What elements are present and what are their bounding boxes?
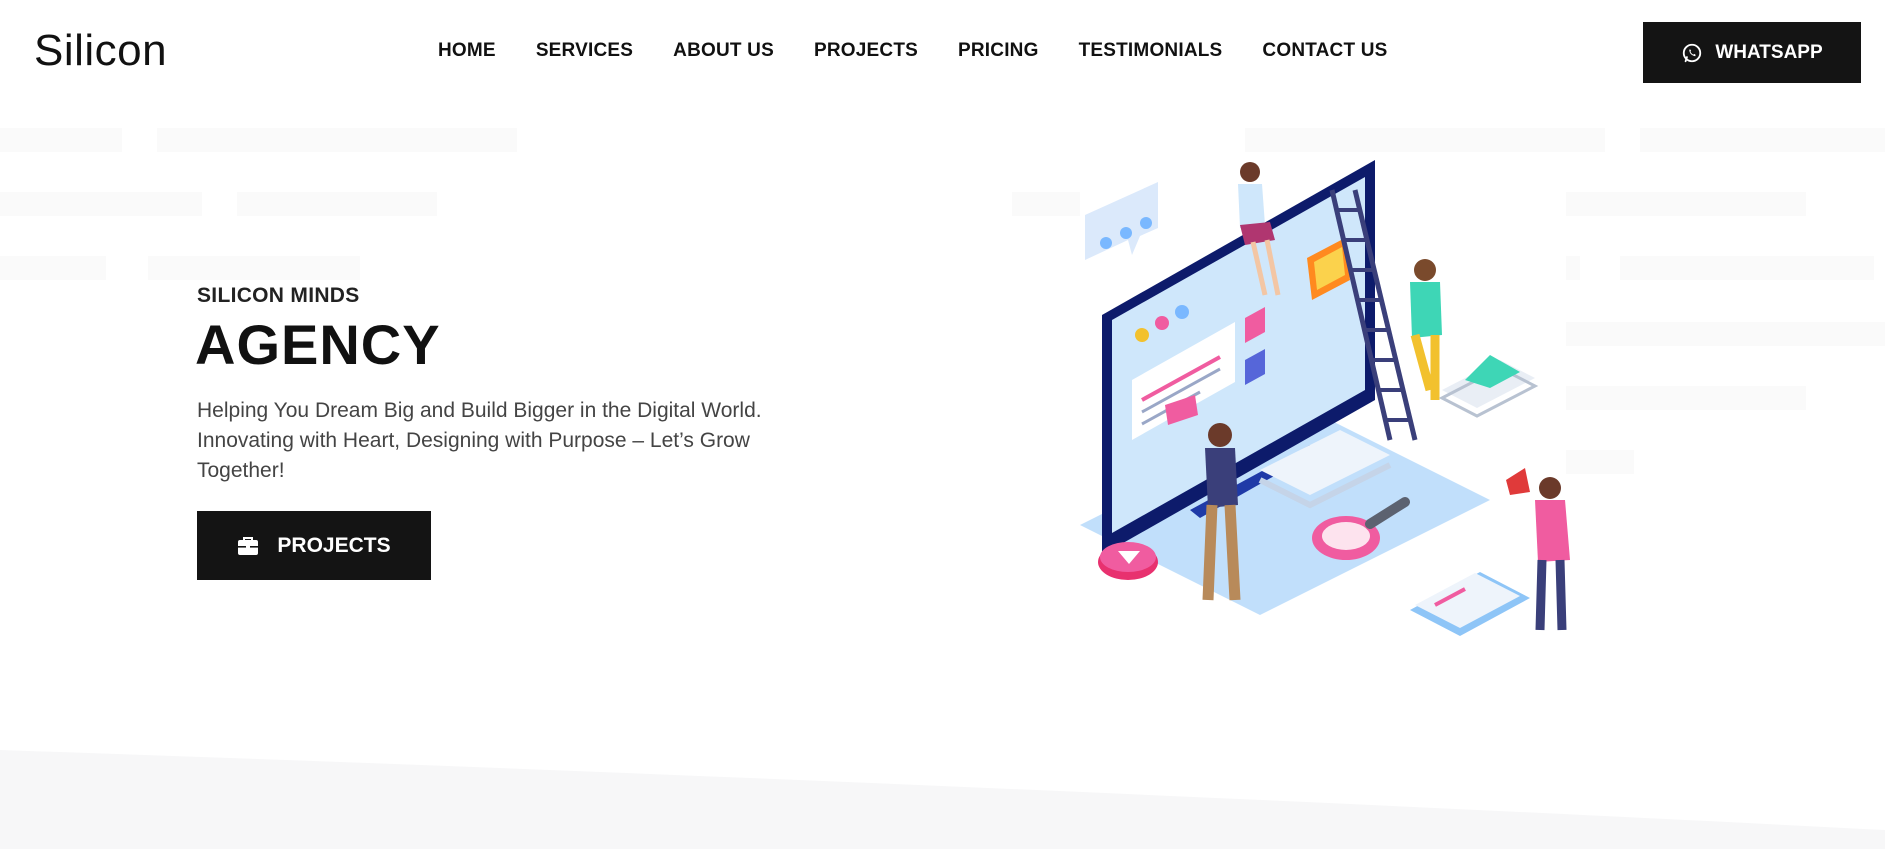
nav-item-about-us[interactable]: ABOUT US [673,40,774,62]
nav-item-testimonials[interactable]: TESTIMONIALS [1079,40,1223,62]
chat-dot [1140,217,1152,229]
projects-button-label: PROJECTS [277,533,391,557]
bg-bar [0,256,106,280]
whatsapp-button[interactable]: WHATSAPP [1643,22,1861,83]
person-sitting-head [1240,162,1260,182]
person-megaphone-head [1539,477,1561,499]
briefcase-icon [238,536,259,555]
site-logo[interactable]: Silicon [34,26,167,76]
chat-dot [1120,227,1132,239]
hero-description: Helping You Dream Big and Build Bigger i… [197,399,762,482]
site-header: Silicon HOME SERVICES ABOUT US PROJECTS … [0,0,1885,104]
bottom-wave-decoration [0,750,1885,849]
bg-bar [1640,128,1885,152]
hero-kicker: SILICON MINDS [197,284,360,307]
bg-bar [1245,128,1605,152]
nav-item-services[interactable]: SERVICES [536,40,633,62]
person-sitting-body [1238,184,1265,228]
bg-bar [1620,256,1874,280]
nav-item-home[interactable]: HOME [438,40,496,62]
chat-dot [1100,237,1112,249]
bg-bar [1566,192,1806,216]
magnifier-glass [1322,522,1370,550]
web-design-team-illustration [1080,160,1570,636]
person-ladder-body [1410,282,1442,338]
whatsapp-icon [1683,43,1702,62]
bg-bar [148,256,360,280]
bg-bar [0,128,122,152]
main-nav: HOME SERVICES ABOUT US PROJECTS PRICING … [438,40,1388,62]
person-ladder-legs [1410,333,1440,400]
person-standing-body [1205,448,1238,508]
person-megaphone-body [1535,500,1570,562]
person-ladder-head [1414,259,1436,281]
megaphone [1506,468,1530,495]
bg-bar [0,192,202,216]
bg-bar [237,192,437,216]
hero-title: AGENCY [195,313,441,376]
person-standing-head [1208,423,1232,447]
nav-item-projects[interactable]: PROJECTS [814,40,918,62]
screen-dot-yellow [1135,328,1149,342]
bg-bar [1566,386,1806,410]
projects-button[interactable]: PROJECTS [197,511,431,580]
screen-dot-blue [1175,305,1189,319]
bg-bar [157,128,517,152]
screen-dot-pink [1155,316,1169,330]
whatsapp-button-label: WHATSAPP [1715,41,1823,63]
bg-bar [1566,322,1885,346]
nav-item-contact-us[interactable]: CONTACT US [1262,40,1387,62]
nav-item-pricing[interactable]: PRICING [958,40,1039,62]
person-megaphone-legs [1535,559,1567,631]
